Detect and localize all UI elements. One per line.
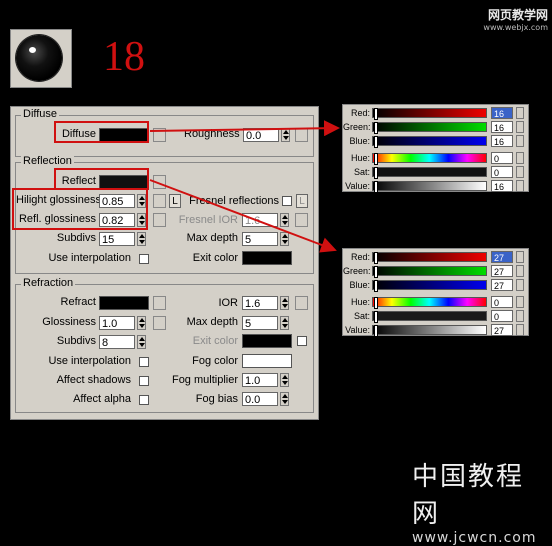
picker1-sat-input[interactable]: 0 [491, 166, 513, 178]
picker2-green-row: Green: 27 [343, 264, 528, 278]
arrow-to-picker2 [149, 179, 337, 253]
picker1-hue-slider[interactable] [372, 153, 487, 165]
picker1-hue-row: Hue: 0 [343, 151, 528, 165]
picker1-sat-row: Sat: 0 [343, 165, 528, 179]
picker1-blue-input[interactable]: 16 [491, 135, 513, 147]
picker2-value-spinner[interactable] [516, 324, 524, 336]
picker2-red-slider[interactable] [372, 252, 487, 264]
picker2-value-row: Value: 27 [343, 323, 528, 337]
arrow-to-picker1 [149, 120, 340, 137]
picker2-blue-label: Blue: [349, 280, 370, 290]
picker2-hue-input[interactable]: 0 [491, 296, 513, 308]
picker2-value-label: Value: [345, 325, 370, 335]
picker2-red-label: Red: [350, 252, 370, 262]
picker1-red-slider[interactable] [372, 108, 487, 120]
picker2-blue-input[interactable]: 27 [491, 279, 513, 291]
color-picker-reflect-first: Red: 16 Green: 16 Blue: 16 Hue: 0 Sat: 0… [342, 104, 529, 193]
picker1-blue-row: Blue: 16 [343, 134, 528, 148]
picker2-sat-slider[interactable] [372, 311, 487, 323]
picker1-blue-label: Blue: [349, 136, 370, 146]
picker1-hue-label: Hue: [350, 153, 370, 163]
picker1-green-spinner[interactable] [516, 121, 524, 133]
picker1-red-label: Red: [350, 108, 370, 118]
picker2-blue-spinner[interactable] [516, 279, 524, 291]
picker1-green-row: Green: 16 [343, 120, 528, 134]
picker1-red-spinner[interactable] [516, 107, 524, 119]
picker1-green-slider[interactable] [372, 122, 487, 134]
picker1-red-input[interactable]: 16 [491, 107, 513, 119]
watermark-bottom-url: www.jcwcn.com [412, 530, 537, 546]
watermark-bottom: 中国教程网 www.jcwcn.com [412, 456, 547, 546]
picker1-green-input[interactable]: 16 [491, 121, 513, 133]
picker2-hue-slider[interactable] [372, 297, 487, 309]
picker2-red-row: Red: 27 [343, 250, 528, 264]
picker2-blue-slider[interactable] [372, 280, 487, 292]
picker2-green-input[interactable]: 27 [491, 265, 513, 277]
picker2-hue-label: Hue: [350, 297, 370, 307]
picker1-value-label: Value: [345, 181, 370, 191]
picker2-value-slider[interactable] [372, 325, 487, 337]
color-picker-reflect-second: Red: 27 Green: 27 Blue: 27 Hue: 0 Sat: 0… [342, 248, 529, 337]
picker2-sat-row: Sat: 0 [343, 309, 528, 323]
picker1-hue-input[interactable]: 0 [491, 152, 513, 164]
picker1-blue-slider[interactable] [372, 136, 487, 148]
picker2-red-input[interactable]: 27 [491, 251, 513, 263]
picker1-red-row: Red: 16 [343, 106, 528, 120]
picker1-hue-spinner[interactable] [516, 152, 524, 164]
picker2-value-input[interactable]: 27 [491, 324, 513, 336]
picker2-sat-spinner[interactable] [516, 310, 524, 322]
picker1-blue-spinner[interactable] [516, 135, 524, 147]
picker2-green-slider[interactable] [372, 266, 487, 278]
picker2-green-label: Green: [343, 266, 371, 276]
picker1-sat-label: Sat: [353, 167, 370, 177]
picker1-value-row: Value: 16 [343, 179, 528, 193]
picker2-sat-input[interactable]: 0 [491, 310, 513, 322]
watermark-bottom-title: 中国教程网 [412, 462, 525, 529]
picker2-green-spinner[interactable] [516, 265, 524, 277]
picker1-value-slider[interactable] [372, 181, 487, 193]
picker1-green-label: Green: [343, 122, 371, 132]
picker1-value-input[interactable]: 16 [491, 180, 513, 192]
picker2-hue-spinner[interactable] [516, 296, 524, 308]
picker2-sat-label: Sat: [353, 311, 370, 321]
picker2-red-spinner[interactable] [516, 251, 524, 263]
picker1-sat-slider[interactable] [372, 167, 487, 179]
picker2-blue-row: Blue: 27 [343, 278, 528, 292]
picker1-sat-spinner[interactable] [516, 166, 524, 178]
picker2-hue-row: Hue: 0 [343, 295, 528, 309]
picker1-value-spinner[interactable] [516, 180, 524, 192]
